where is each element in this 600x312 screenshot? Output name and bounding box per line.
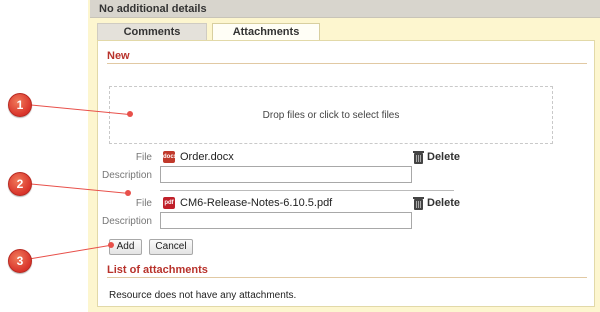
new-section-divider <box>107 63 587 64</box>
callout-badge-3: 3 <box>8 249 32 273</box>
delete-button[interactable]: Delete <box>427 197 460 209</box>
description-input[interactable] <box>160 166 412 183</box>
details-header: No additional details <box>90 0 600 18</box>
list-section-title: List of attachments <box>107 264 208 276</box>
file-name: Order.docx <box>180 151 234 163</box>
trash-icon[interactable] <box>413 151 424 164</box>
delete-button[interactable]: Delete <box>427 151 460 163</box>
file-name: CM6-Release-Notes-6.10.5.pdf <box>180 197 333 209</box>
file-label: File <box>135 152 152 163</box>
add-button[interactable]: Add <box>109 239 142 255</box>
cancel-button[interactable]: Cancel <box>149 239 193 255</box>
tab-comments[interactable]: Comments <box>97 23 207 41</box>
callout-1-dot <box>127 111 133 117</box>
description-input[interactable] <box>160 212 412 229</box>
new-section-title: New <box>107 50 130 62</box>
pdf-icon: pdf <box>163 197 175 209</box>
details-header-title: No additional details <box>99 3 207 15</box>
file-label: File <box>135 198 152 209</box>
description-label: Description <box>101 170 152 181</box>
description-label: Description <box>101 216 152 227</box>
callout-3-dot <box>108 242 114 248</box>
callout-badge-1: 1 <box>8 93 32 117</box>
callout-2-dot <box>125 190 131 196</box>
word-doc-icon: docx <box>163 151 177 163</box>
file-row-separator <box>160 190 454 191</box>
trash-icon[interactable] <box>413 197 424 210</box>
dropzone-text: Drop files or click to select files <box>262 109 400 121</box>
empty-attachments-message: Resource does not have any attachments. <box>109 290 297 301</box>
file-dropzone[interactable]: Drop files or click to select files <box>109 86 553 144</box>
callout-badge-2: 2 <box>8 172 32 196</box>
list-section-divider <box>107 277 587 278</box>
